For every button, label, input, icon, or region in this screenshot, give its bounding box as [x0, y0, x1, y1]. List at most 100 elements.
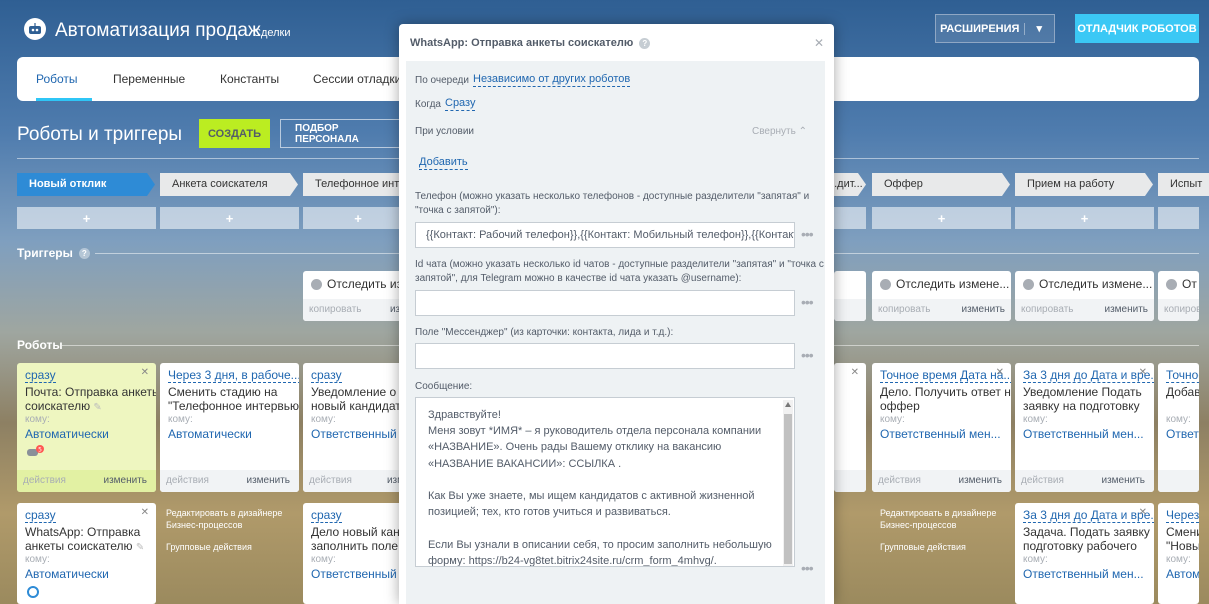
- add-robot-button[interactable]: [834, 207, 866, 229]
- phone-input[interactable]: {{Контакт: Рабочий телефон}},{{Контакт: …: [415, 222, 795, 248]
- robot-card[interactable]: Через 3 дня, в рабоче... Сменить стадию …: [160, 363, 299, 492]
- add-robot-button[interactable]: +: [872, 207, 1011, 229]
- robot-card[interactable]: За 3 дня до Дата и вре... ✕ Задача. Пода…: [1015, 503, 1154, 604]
- robot-card[interactable]: Точное Добави кому: Ответс: [1158, 363, 1199, 492]
- app-subtitle[interactable]: Сделки: [253, 27, 291, 39]
- actions-link[interactable]: действия: [1021, 475, 1064, 486]
- robot-card[interactable]: Через Смени"Новы кому: Автома: [1158, 503, 1199, 604]
- edit-link[interactable]: изменить: [958, 475, 1002, 486]
- extensions-button[interactable]: РАСШИРЕНИЯ ▾: [935, 14, 1055, 43]
- close-icon[interactable]: ✕: [814, 36, 824, 50]
- tab-debug-sessions[interactable]: Сессии отладки: [313, 72, 401, 86]
- messenger-input[interactable]: [415, 343, 795, 369]
- actions-link[interactable]: действия: [309, 475, 352, 486]
- add-robot-button[interactable]: +: [1015, 207, 1154, 229]
- actions-link[interactable]: действия: [23, 475, 66, 486]
- edit-link[interactable]: изменить: [103, 475, 147, 486]
- help-icon[interactable]: ?: [639, 37, 651, 49]
- edit-link[interactable]: изменить: [1101, 475, 1145, 486]
- robot-card[interactable]: сразу ✕ Почта: Отправка анкеты соискателю…: [17, 363, 156, 492]
- recipient-value[interactable]: Автоматически: [168, 427, 252, 441]
- recipient-value[interactable]: Ответс: [1166, 427, 1199, 441]
- actions-link[interactable]: действия: [166, 475, 209, 486]
- more-icon[interactable]: •••: [801, 347, 814, 363]
- textarea-scrollbar[interactable]: [783, 400, 793, 566]
- robot-debugger-button[interactable]: ОТЛАДЧИК РОБОТОВ: [1075, 14, 1199, 43]
- recipient-value[interactable]: Ответственный мен...: [1023, 567, 1144, 581]
- copy-link[interactable]: копировать: [309, 304, 362, 315]
- chat-id-input[interactable]: [415, 290, 795, 316]
- robot-delay-link[interactable]: сразу: [25, 369, 56, 383]
- robot-delay-link[interactable]: Через: [1166, 509, 1199, 523]
- robot-card[interactable]: Точное время Дата на... ✕ Дело. Получить…: [872, 363, 1011, 492]
- robot-card[interactable]: сразу Дело новый канди заполнить поле Да …: [303, 503, 413, 604]
- pencil-icon[interactable]: ✎: [93, 402, 101, 413]
- tab-robots[interactable]: Роботы: [36, 72, 78, 86]
- business-processes-link[interactable]: Бизнес-процессов: [880, 520, 956, 530]
- group-actions-link[interactable]: Групповые действия: [166, 542, 252, 552]
- copy-link[interactable]: копировать: [878, 304, 931, 315]
- recipient-value[interactable]: Автома: [1166, 567, 1199, 581]
- recipient-value[interactable]: Ответственный ме: [311, 427, 413, 441]
- hiring-button[interactable]: ПОДБОР ПЕРСОНАЛА: [280, 119, 405, 148]
- edit-link[interactable]: изменить: [246, 475, 290, 486]
- stage-offer[interactable]: Оффер: [872, 173, 1010, 196]
- close-icon[interactable]: ✕: [1139, 507, 1147, 518]
- add-robot-button[interactable]: +: [303, 207, 413, 229]
- trigger-card[interactable]: Отследить измене... копировать изменить: [1015, 271, 1154, 321]
- queue-value-link[interactable]: Независимо от других роботов: [473, 73, 631, 87]
- robot-card[interactable]: сразу ✕ WhatsApp: Отправка анкеты соискат…: [17, 503, 156, 604]
- tab-constants[interactable]: Константы: [220, 72, 279, 86]
- copy-link[interactable]: копировать: [1164, 304, 1199, 315]
- add-robot-button[interactable]: +: [17, 207, 156, 229]
- recipient-value[interactable]: Ответственный ме: [311, 567, 413, 581]
- close-icon[interactable]: ✕: [851, 367, 859, 378]
- copy-link[interactable]: копировать: [1021, 304, 1074, 315]
- more-icon[interactable]: •••: [801, 226, 814, 242]
- trigger-card[interactable]: Отследить изменение копироватьизм: [303, 271, 413, 321]
- group-actions-link[interactable]: Групповые действия: [880, 542, 966, 552]
- recipient-value[interactable]: Автоматически: [25, 427, 109, 441]
- stage-hiring[interactable]: Прием на работу: [1015, 173, 1153, 196]
- stage-probation[interactable]: Испыт: [1158, 173, 1209, 196]
- close-icon[interactable]: ✕: [141, 367, 149, 378]
- pencil-icon[interactable]: ✎: [136, 542, 144, 553]
- trigger-card[interactable]: От копировать: [1158, 271, 1199, 321]
- edit-link[interactable]: изменить: [1104, 304, 1148, 315]
- robot-delay-link[interactable]: сразу: [311, 369, 342, 383]
- more-icon[interactable]: •••: [801, 294, 814, 310]
- trigger-card[interactable]: Отследить измене... копировать изменить: [872, 271, 1011, 321]
- recipient-value[interactable]: Автоматически: [25, 567, 109, 581]
- close-icon[interactable]: ✕: [996, 367, 1004, 378]
- robot-delay-link[interactable]: сразу: [25, 509, 56, 523]
- more-icon[interactable]: •••: [801, 560, 814, 576]
- robot-delay-link[interactable]: Через 3 дня, в рабоче...: [168, 369, 299, 383]
- scrollbar-thumb[interactable]: [784, 414, 792, 564]
- business-processes-link[interactable]: Бизнес-процессов: [166, 520, 242, 530]
- add-robot-button[interactable]: [1158, 207, 1199, 229]
- actions-link[interactable]: действия: [878, 475, 921, 486]
- help-icon[interactable]: ?: [78, 248, 90, 260]
- scroll-up-icon[interactable]: [785, 402, 791, 407]
- robot-delay-link[interactable]: Точное: [1166, 369, 1199, 383]
- robot-delay-link[interactable]: Точное время Дата на...: [880, 369, 1011, 383]
- add-condition-link[interactable]: Добавить: [419, 156, 468, 170]
- add-robot-button[interactable]: +: [160, 207, 299, 229]
- recipient-value[interactable]: Ответственный мен...: [1023, 427, 1144, 441]
- trigger-card[interactable]: [834, 271, 866, 321]
- edit-in-designer-link[interactable]: Редактировать в дизайнере: [166, 508, 282, 518]
- robot-delay-link[interactable]: сразу: [311, 509, 342, 523]
- recipient-value[interactable]: Ответственный мен...: [880, 427, 1001, 441]
- robot-card[interactable]: сразу Уведомление о де новый кандидат ком…: [303, 363, 413, 492]
- robot-card[interactable]: ✕: [834, 363, 866, 492]
- when-value-link[interactable]: Сразу: [445, 97, 476, 111]
- tab-variables[interactable]: Переменные: [113, 72, 185, 86]
- close-icon[interactable]: ✕: [1139, 367, 1147, 378]
- chevron-down-icon[interactable]: ▾: [1025, 22, 1055, 35]
- robot-delay-link[interactable]: За 3 дня до Дата и вре...: [1023, 509, 1154, 523]
- close-icon[interactable]: ✕: [141, 507, 149, 518]
- stage-phone-interview[interactable]: Телефонное интер: [303, 173, 413, 196]
- message-textarea[interactable]: Здравствуйте! Меня зовут *ИМЯ* – я руков…: [415, 397, 795, 567]
- robot-delay-link[interactable]: За 3 дня до Дата и вре...: [1023, 369, 1154, 383]
- collapse-link[interactable]: Свернуть ⌃: [752, 126, 807, 137]
